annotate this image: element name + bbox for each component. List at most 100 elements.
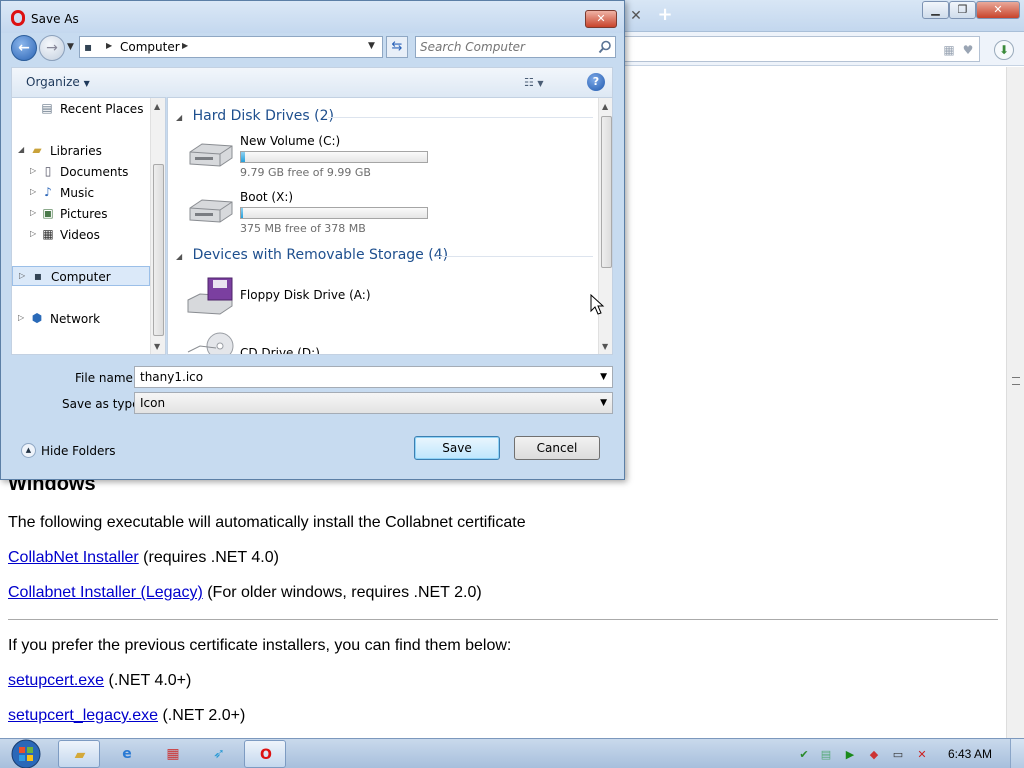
cancel-button[interactable]: Cancel (514, 436, 600, 460)
nav-music[interactable]: ▷ ♪ Music (12, 183, 150, 203)
chevron-right-icon[interactable]: ▶ (106, 41, 112, 50)
show-desktop-button[interactable] (1010, 739, 1024, 768)
drive-free-space: 375 MB free of 378 MB (240, 222, 366, 235)
floppy-drive-icon (187, 277, 233, 315)
legacy-installer-link[interactable]: Collabnet Installer (Legacy) (8, 584, 203, 601)
taskbar-explorer[interactable]: ▰ (58, 740, 100, 768)
security-icon[interactable]: ✔ (796, 747, 812, 763)
refresh-button[interactable]: ⇆ (386, 36, 408, 58)
close-button[interactable]: ✕ (976, 1, 1020, 19)
expand-arrow-icon[interactable]: ▷ (30, 208, 36, 217)
navigation-pane: ▤ Recent Places ◢ ▰ Libraries ▷ ▯ Docume… (11, 97, 166, 355)
divider (8, 619, 998, 620)
chevron-down-icon[interactable]: ▼ (600, 372, 607, 382)
tab-close-icon[interactable]: ✕ (628, 8, 644, 24)
drive-item[interactable]: Boot (X:) 375 MB free of 378 MB (186, 190, 486, 242)
nav-recent-places[interactable]: ▤ Recent Places (12, 99, 150, 119)
breadcrumb[interactable]: ▪ ▶ Computer ▶ ▼ (79, 36, 383, 58)
scroll-up-icon[interactable]: ▲ (602, 102, 608, 111)
taskbar-internet-explorer[interactable]: e (106, 740, 148, 768)
drive-item[interactable]: Floppy Disk Drive (A:) (186, 276, 486, 328)
nav-network[interactable]: ▷ ⬢ Network (12, 309, 150, 329)
network-status-icon[interactable]: ▤ (818, 747, 834, 763)
taskbar-opera[interactable]: O (244, 740, 286, 768)
libraries-icon: ▰ (32, 143, 42, 157)
forward-button[interactable]: → (39, 35, 65, 61)
search-input[interactable] (420, 39, 590, 55)
tray-app-icon[interactable]: ◆ (866, 747, 882, 763)
help-button[interactable]: ? (587, 73, 605, 91)
scrollbar-thumb[interactable] (153, 164, 164, 336)
save-button[interactable]: Save (414, 436, 500, 460)
breadcrumb-computer[interactable]: Computer (120, 40, 180, 54)
documents-icon: ▯ (44, 164, 52, 178)
setupcert-line: setupcert.exe (.NET 4.0+) (8, 672, 191, 690)
chevron-down-icon[interactable]: ▼ (600, 398, 607, 408)
hide-folders-label: Hide Folders (41, 444, 116, 458)
dialog-titlebar[interactable]: Save As ✕ (1, 1, 624, 33)
scrollbar-grip[interactable] (1012, 377, 1020, 385)
nav-libraries[interactable]: ◢ ▰ Libraries (12, 141, 150, 161)
system-tray: ✔ ▤ ▶ ◆ ▭ ✕ 6:43 AM (790, 739, 1024, 768)
scroll-up-icon[interactable]: ▲ (154, 102, 160, 111)
chevron-down-icon[interactable]: ▼ (368, 41, 375, 51)
organize-menu[interactable]: Organize ▼ (26, 75, 90, 89)
collapse-arrow-icon[interactable]: ◢ (176, 113, 182, 122)
dialog-title: Save As (31, 12, 79, 26)
expand-arrow-icon[interactable]: ▷ (19, 271, 25, 280)
expand-arrow-icon[interactable]: ▷ (18, 313, 24, 322)
file-name-value[interactable]: thany1.ico (140, 370, 203, 384)
expand-arrow-icon[interactable]: ▷ (30, 166, 36, 175)
heart-icon[interactable]: ♥ (960, 43, 976, 57)
nav-videos[interactable]: ▷ ▦ Videos (12, 225, 150, 245)
setupcert-legacy-link[interactable]: setupcert_legacy.exe (8, 707, 158, 724)
scroll-down-icon[interactable]: ▼ (154, 342, 160, 351)
chevron-right-icon[interactable]: ▶ (182, 41, 188, 50)
start-button[interactable] (6, 739, 46, 768)
nav-label: Recent Places (60, 102, 144, 116)
scroll-down-icon[interactable]: ▼ (602, 342, 608, 351)
nav-label: Network (50, 312, 101, 326)
drive-item[interactable]: CD Drive (D:) (186, 332, 486, 354)
clock[interactable]: 6:43 AM (948, 747, 992, 761)
back-button[interactable]: ← (11, 35, 37, 61)
recent-locations-dropdown-icon[interactable]: ▼ (67, 41, 77, 53)
maximize-button[interactable]: ❐ (949, 1, 976, 19)
group-title: Devices with Removable Storage (4) (192, 247, 449, 263)
group-header-removable[interactable]: ◢ Devices with Removable Storage (4) (176, 247, 448, 263)
dialog-close-button[interactable]: ✕ (585, 10, 617, 28)
play-icon[interactable]: ▶ (842, 747, 858, 763)
save-as-type-select[interactable]: Icon ▼ (134, 392, 613, 414)
nav-pictures[interactable]: ▷ ▣ Pictures (12, 204, 150, 224)
hide-folders-button[interactable]: ▲ Hide Folders (19, 441, 119, 461)
nav-computer[interactable]: ▷ ▪ Computer (12, 266, 150, 286)
taskbar-app[interactable]: ▦ (152, 740, 194, 768)
expand-arrow-icon[interactable]: ▷ (30, 187, 36, 196)
expand-arrow-icon[interactable]: ▷ (30, 229, 36, 238)
drive-item[interactable]: New Volume (C:) 9.79 GB free of 9.99 GB (186, 134, 486, 186)
collabnet-installer-link[interactable]: CollabNet Installer (8, 549, 139, 566)
volume-muted-icon[interactable]: ✕ (914, 747, 930, 763)
group-header-hard-disks[interactable]: ◢ Hard Disk Drives (2) (176, 108, 334, 124)
setupcert-link[interactable]: setupcert.exe (8, 672, 104, 689)
change-view-button[interactable]: ☷ ▼ (524, 74, 560, 92)
page-scrollbar[interactable] (1006, 67, 1024, 738)
file-name-field[interactable]: thany1.ico ▼ (134, 366, 613, 388)
download-icon[interactable]: ⬇ (994, 40, 1014, 60)
speed-dial-icon[interactable]: ▦ (941, 43, 957, 57)
search-box[interactable] (415, 36, 616, 58)
expanded-arrow-icon[interactable]: ◢ (18, 145, 24, 154)
nav-scrollbar[interactable]: ▲ ▼ (150, 98, 165, 354)
collapse-arrow-icon[interactable]: ◢ (176, 252, 182, 261)
search-icon[interactable] (598, 40, 612, 54)
videos-icon: ▦ (42, 227, 54, 241)
nav-documents[interactable]: ▷ ▯ Documents (12, 162, 150, 182)
computer-icon: ▪ (33, 269, 43, 283)
intro-text: The following executable will automatica… (8, 514, 526, 531)
scrollbar-thumb[interactable] (601, 116, 612, 268)
minimize-button[interactable]: ▁ (922, 1, 949, 19)
display-icon[interactable]: ▭ (890, 747, 906, 763)
taskbar-app[interactable]: ➶ (198, 740, 240, 768)
address-bar[interactable]: ▦ ♥ (620, 36, 980, 62)
new-tab-icon[interactable]: + (656, 6, 674, 24)
